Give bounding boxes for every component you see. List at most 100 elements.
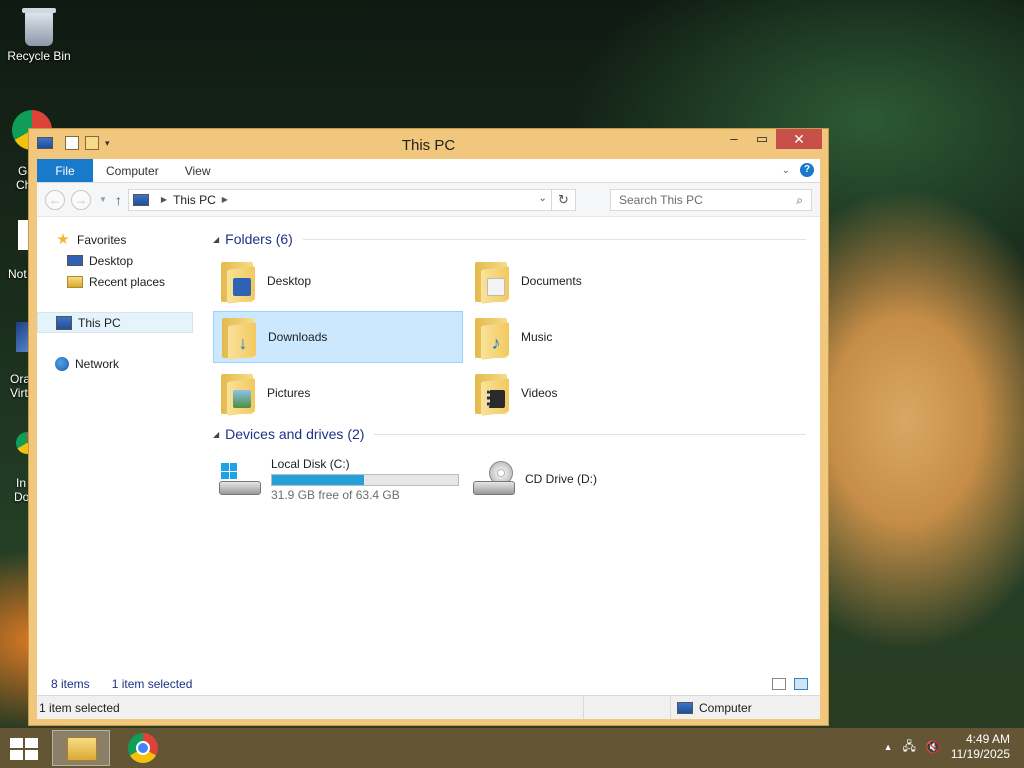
folder-documents[interactable]: Documents bbox=[467, 255, 717, 307]
item-count-bar: 8 items 1 item selected bbox=[37, 673, 820, 695]
this-pc-icon bbox=[132, 193, 149, 206]
drive-name: Local Disk (C:) bbox=[271, 456, 350, 471]
show-hidden-icons-icon[interactable]: ▲ bbox=[884, 742, 893, 752]
recent-places-icon bbox=[67, 275, 83, 288]
forward-button[interactable]: → bbox=[71, 189, 91, 210]
desktop-label-in: In bbox=[16, 476, 27, 490]
drive-usage-fill bbox=[272, 474, 365, 485]
downloads-folder-icon: ↓ bbox=[218, 314, 258, 360]
explorer-window: ▾ This PC – ▭ ✕ File Computer View ⌄ ? ←… bbox=[28, 128, 829, 726]
selected-count: 1 item selected bbox=[111, 677, 193, 691]
folder-name: Videos bbox=[521, 386, 558, 400]
desktop-label-virt: Virt bbox=[10, 386, 28, 400]
desktop-label-ora: Ora bbox=[10, 372, 31, 386]
nav-favorites[interactable]: ★ Favorites bbox=[37, 229, 197, 250]
drive-usage-bar bbox=[271, 473, 459, 486]
details-view-icon[interactable] bbox=[772, 678, 786, 690]
computer-icon bbox=[677, 701, 693, 714]
clock[interactable]: 4:49 AM 11/19/2025 bbox=[951, 732, 1010, 762]
search-input[interactable]: Search This PC ⌕ bbox=[610, 188, 812, 211]
taskbar-chrome[interactable] bbox=[114, 730, 172, 766]
group-divider bbox=[302, 238, 806, 240]
title-bar[interactable]: ▾ This PC – ▭ ✕ bbox=[29, 129, 828, 159]
chevron-down-icon[interactable]: ⌄ bbox=[539, 193, 547, 204]
network-tray-icon[interactable]: 🖧 bbox=[902, 737, 915, 758]
nav-desktop[interactable]: Desktop bbox=[37, 250, 197, 271]
taskbar-file-explorer[interactable] bbox=[52, 730, 110, 766]
back-button[interactable]: ← bbox=[45, 189, 65, 210]
help-icon[interactable]: ? bbox=[800, 163, 814, 177]
item-count: 8 items bbox=[51, 677, 90, 691]
pictures-folder-icon bbox=[217, 370, 257, 416]
up-button[interactable]: ↑ bbox=[115, 192, 122, 208]
status-bar: 1 item selected Computer bbox=[37, 695, 820, 719]
search-icon[interactable]: ⌕ bbox=[796, 193, 803, 208]
folder-downloads[interactable]: ↓ Downloads bbox=[213, 311, 463, 363]
videos-folder-icon bbox=[471, 370, 511, 416]
folder-name: Pictures bbox=[267, 386, 311, 400]
folder-pictures[interactable]: Pictures bbox=[213, 367, 463, 419]
network-icon bbox=[55, 356, 69, 371]
nav-desktop-label: Desktop bbox=[89, 253, 134, 268]
drive-name: CD Drive (D:) bbox=[525, 472, 597, 486]
refresh-button[interactable]: ↻ bbox=[551, 188, 576, 211]
search-placeholder: Search This PC bbox=[619, 192, 703, 207]
recycle-bin-desktop-icon[interactable]: Recycle Bin bbox=[6, 8, 72, 63]
folder-name: Desktop bbox=[267, 274, 312, 288]
system-tray: ▲ 🖧 🔇 4:49 AM 11/19/2025 bbox=[884, 732, 1010, 762]
collapse-icon[interactable]: ◢ bbox=[213, 235, 219, 244]
folder-videos[interactable]: Videos bbox=[467, 367, 717, 419]
folder-name: Music bbox=[521, 330, 553, 344]
drive-free-space: 31.9 GB free of 63.4 GB bbox=[271, 487, 400, 502]
star-icon: ★ bbox=[56, 230, 70, 248]
tab-view[interactable]: View bbox=[172, 159, 224, 182]
drive-local-disk-c[interactable]: Local Disk (C:) 31.9 GB free of 63.4 GB bbox=[213, 453, 463, 505]
close-button[interactable]: ✕ bbox=[776, 129, 822, 149]
address-row: ← → ▼ ↑ ▶ This PC ▶ ⌄ ↻ Search This PC ⌕ bbox=[37, 183, 820, 217]
cd-drive-icon bbox=[471, 459, 517, 499]
clock-time: 4:49 AM bbox=[965, 732, 1010, 746]
tab-file[interactable]: File bbox=[37, 159, 93, 182]
folders-group-header[interactable]: ◢ Folders (6) bbox=[213, 229, 806, 249]
status-selected: 1 item selected bbox=[39, 700, 120, 715]
minimize-button[interactable]: – bbox=[720, 129, 748, 149]
start-button[interactable] bbox=[10, 738, 38, 760]
nav-recent-label: Recent places bbox=[89, 274, 166, 289]
drives-group-header[interactable]: ◢ Devices and drives (2) bbox=[213, 424, 806, 444]
chrome-icon bbox=[128, 733, 158, 763]
folder-music[interactable]: ♪ Music bbox=[467, 311, 717, 363]
tab-computer[interactable]: Computer bbox=[93, 159, 172, 182]
clock-date: 11/19/2025 bbox=[950, 747, 1010, 761]
desktop-icon bbox=[67, 255, 83, 266]
chevron-right-icon[interactable]: ▶ bbox=[161, 195, 167, 204]
chevron-right-icon[interactable]: ▶ bbox=[222, 195, 228, 204]
maximize-button[interactable]: ▭ bbox=[748, 129, 776, 149]
volume-muted-icon[interactable]: 🔇 bbox=[926, 740, 941, 754]
large-icons-view-icon[interactable] bbox=[794, 678, 808, 690]
hard-drive-icon bbox=[217, 459, 263, 499]
file-explorer-icon bbox=[67, 737, 97, 761]
nav-this-pc[interactable]: This PC bbox=[37, 312, 193, 333]
nav-recent-places[interactable]: Recent places bbox=[37, 271, 197, 292]
recent-locations-icon[interactable]: ▼ bbox=[99, 195, 107, 204]
taskbar: ▲ 🖧 🔇 4:49 AM 11/19/2025 bbox=[0, 728, 1024, 768]
drive-cd-d[interactable]: CD Drive (D:) bbox=[467, 453, 667, 505]
nav-network[interactable]: Network bbox=[37, 353, 197, 374]
navigation-pane: ★ Favorites Desktop Recent places This P… bbox=[37, 217, 197, 673]
collapse-icon[interactable]: ◢ bbox=[213, 430, 219, 439]
recycle-bin-label: Recycle Bin bbox=[7, 49, 71, 63]
desktop-label-not: Not bbox=[8, 267, 27, 281]
address-bar[interactable]: ▶ This PC ▶ ⌄ bbox=[127, 188, 552, 211]
folder-name: Downloads bbox=[268, 330, 328, 344]
address-path[interactable]: This PC bbox=[173, 193, 216, 207]
group-divider bbox=[374, 433, 806, 435]
desktop-label-g: G bbox=[18, 164, 28, 178]
nav-favorites-label: Favorites bbox=[77, 232, 127, 247]
expand-ribbon-icon[interactable]: ⌄ bbox=[782, 165, 790, 176]
folders-header-label: Folders (6) bbox=[225, 231, 293, 247]
content-pane: ◢ Folders (6) Desktop Documents ↓ Downlo… bbox=[203, 217, 820, 673]
folder-desktop[interactable]: Desktop bbox=[213, 255, 463, 307]
nav-network-label: Network bbox=[75, 356, 120, 371]
documents-folder-icon bbox=[471, 258, 511, 304]
ribbon: File Computer View ⌄ ? bbox=[37, 159, 820, 183]
